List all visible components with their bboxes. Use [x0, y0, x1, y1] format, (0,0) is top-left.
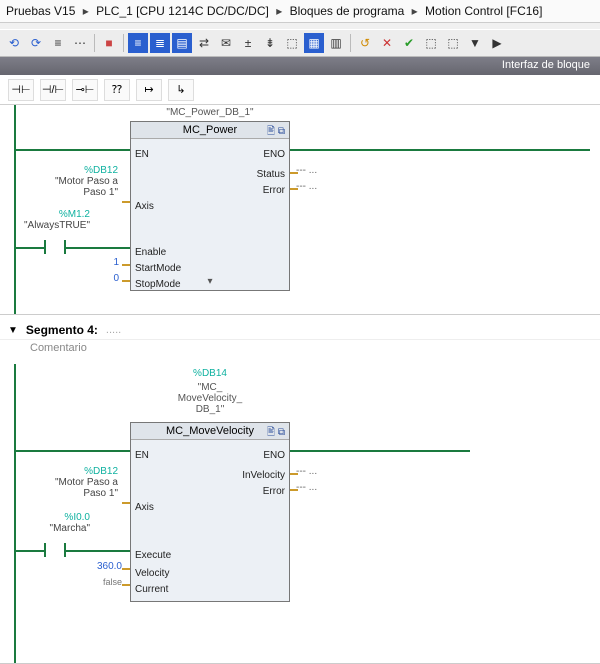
contact-enable[interactable] — [44, 240, 66, 254]
chevron-down-icon[interactable]: ▼ — [8, 325, 18, 336]
pin-error: Error — [263, 486, 285, 497]
pin-invelocity: InVelocity — [242, 470, 285, 481]
pin-velocity: Velocity — [135, 568, 169, 579]
block-title: MC_MoveVelocity 🖹 ⧉ — [131, 423, 289, 440]
wire-en — [16, 149, 130, 151]
expand-icon[interactable]: ▾ — [207, 276, 212, 287]
pin-current: Current — [135, 584, 168, 595]
tb-icon[interactable]: ✕ — [377, 33, 397, 53]
ld-box[interactable]: ⁇ — [104, 79, 130, 101]
breadcrumb: Pruebas V15 ▸ PLC_1 [CPU 1214C DC/DC/DC]… — [0, 0, 600, 23]
out-invel-dots: --- ... — [296, 466, 317, 477]
wire-en — [16, 450, 130, 452]
pin-en: EN — [135, 149, 149, 160]
wire-eno — [290, 450, 470, 452]
tb-icon[interactable]: ■ — [99, 33, 119, 53]
tb-icon[interactable]: ≡ — [48, 33, 68, 53]
block-mc-power[interactable]: MC_Power 🖹 ⧉ EN Axis Enable StartMode St… — [130, 121, 290, 291]
tb-icon[interactable]: ⇟ — [260, 33, 280, 53]
tb-icon[interactable]: ⬚ — [421, 33, 441, 53]
instance-db-name: "MC_ MoveVelocity_ DB_1" — [130, 382, 290, 415]
ladder-toolbar: ⊣⊢ ⊣/⊢ ⊸⊢ ⁇ ↦ ↳ — [0, 75, 600, 105]
out-status-dots: --- ... — [296, 165, 317, 176]
breadcrumb-item[interactable]: Motion Control [FC16] — [425, 4, 542, 18]
ld-branch-open[interactable]: ↦ — [136, 79, 162, 101]
pin-axis: Axis — [135, 502, 154, 513]
tb-icon[interactable]: ▼ — [465, 33, 485, 53]
val-stopmode[interactable]: 0 — [105, 273, 119, 284]
tb-icon[interactable]: ≣ — [150, 33, 170, 53]
tb-icon[interactable]: ↺ — [355, 33, 375, 53]
pin-error: Error — [263, 185, 285, 196]
pin-eno: ENO — [263, 149, 285, 160]
pin-axis: Axis — [135, 201, 154, 212]
main-toolbar: ⟲ ⟳ ≡ ⋯ ■ ≡ ≣ ▤ ⇄ ✉ ± ⇟ ⬚ ▦ ▥ ↺ ✕ ✔ ⬚ ⬚ … — [0, 29, 600, 57]
tb-icon[interactable]: ⇄ — [194, 33, 214, 53]
tb-icon[interactable]: ⬚ — [282, 33, 302, 53]
tb-icon[interactable]: ✔ — [399, 33, 419, 53]
tb-icon[interactable]: ▤ — [172, 33, 192, 53]
pin-startmode: StartMode — [135, 263, 181, 274]
tb-icon[interactable]: ✉ — [216, 33, 236, 53]
ld-contact-nc[interactable]: ⊣/⊢ — [40, 79, 66, 101]
breadcrumb-item[interactable]: Pruebas V15 — [6, 4, 75, 18]
tb-icon[interactable]: ▥ — [326, 33, 346, 53]
wire-eno — [290, 149, 590, 151]
ld-coil[interactable]: ⊸⊢ — [72, 79, 98, 101]
pin-execute: Execute — [135, 550, 171, 561]
pin-status: Status — [257, 169, 285, 180]
tb-icon[interactable]: ≡ — [128, 33, 148, 53]
interface-label: Interfaz de bloque — [502, 59, 590, 71]
segment-comment[interactable]: Comentario — [0, 340, 600, 364]
network-area: "MC_Power_DB_1" MC_Power 🖹 ⧉ EN Axis Ena… — [0, 105, 600, 664]
tag-enable[interactable]: %M1.2 "AlwaysTRUE" — [18, 209, 90, 231]
tb-icon[interactable]: ± — [238, 33, 258, 53]
ld-contact-no[interactable]: ⊣⊢ — [8, 79, 34, 101]
val-velocity[interactable]: 360.0 — [88, 561, 122, 572]
contact-execute[interactable] — [44, 543, 66, 557]
tag-axis[interactable]: %DB12 "Motor Paso a Paso 1" — [34, 466, 118, 499]
interface-bar: Interfaz de bloque — [0, 57, 600, 75]
tb-icon[interactable]: ⬚ — [443, 33, 463, 53]
block-mc-movevelocity[interactable]: MC_MoveVelocity 🖹 ⧉ EN Axis Execute Velo… — [130, 422, 290, 602]
pin-stopmode: StopMode — [135, 279, 181, 290]
network-mc-power: "MC_Power_DB_1" MC_Power 🖹 ⧉ EN Axis Ena… — [0, 105, 600, 315]
segment-header[interactable]: ▼ Segmento 4: ..... — [0, 315, 600, 340]
block-title: MC_Power 🖹 ⧉ — [131, 122, 289, 139]
ld-branch-close[interactable]: ↳ — [168, 79, 194, 101]
out-error-dots: --- ... — [296, 181, 317, 192]
tag-axis[interactable]: %DB12 "Motor Paso a Paso 1" — [34, 165, 118, 198]
segment-suffix: ..... — [106, 324, 121, 336]
pin-enable: Enable — [135, 247, 166, 258]
instance-db-name: "MC_Power_DB_1" — [130, 107, 290, 118]
tag-execute[interactable]: %I0.0 "Marcha" — [18, 512, 90, 534]
network-mc-movevelocity: %DB14 "MC_ MoveVelocity_ DB_1" MC_MoveVe… — [0, 364, 600, 664]
tb-icon[interactable]: ⋯ — [70, 33, 90, 53]
val-current[interactable]: false — [92, 577, 122, 587]
power-rail — [14, 364, 16, 663]
segment-title: Segmento 4: — [26, 323, 98, 337]
power-rail — [14, 105, 16, 314]
tb-icon[interactable]: ▦ — [304, 33, 324, 53]
pin-en: EN — [135, 450, 149, 461]
breadcrumb-item[interactable]: PLC_1 [CPU 1214C DC/DC/DC] — [96, 4, 269, 18]
out-error-dots: --- ... — [296, 482, 317, 493]
tb-icon[interactable]: ▶ — [487, 33, 507, 53]
breadcrumb-item[interactable]: Bloques de programa — [290, 4, 405, 18]
tb-icon[interactable]: ⟲ — [4, 33, 24, 53]
pin-eno: ENO — [263, 450, 285, 461]
tb-icon[interactable]: ⟳ — [26, 33, 46, 53]
val-startmode[interactable]: 1 — [105, 257, 119, 268]
instance-db-addr: %DB14 — [130, 368, 290, 379]
